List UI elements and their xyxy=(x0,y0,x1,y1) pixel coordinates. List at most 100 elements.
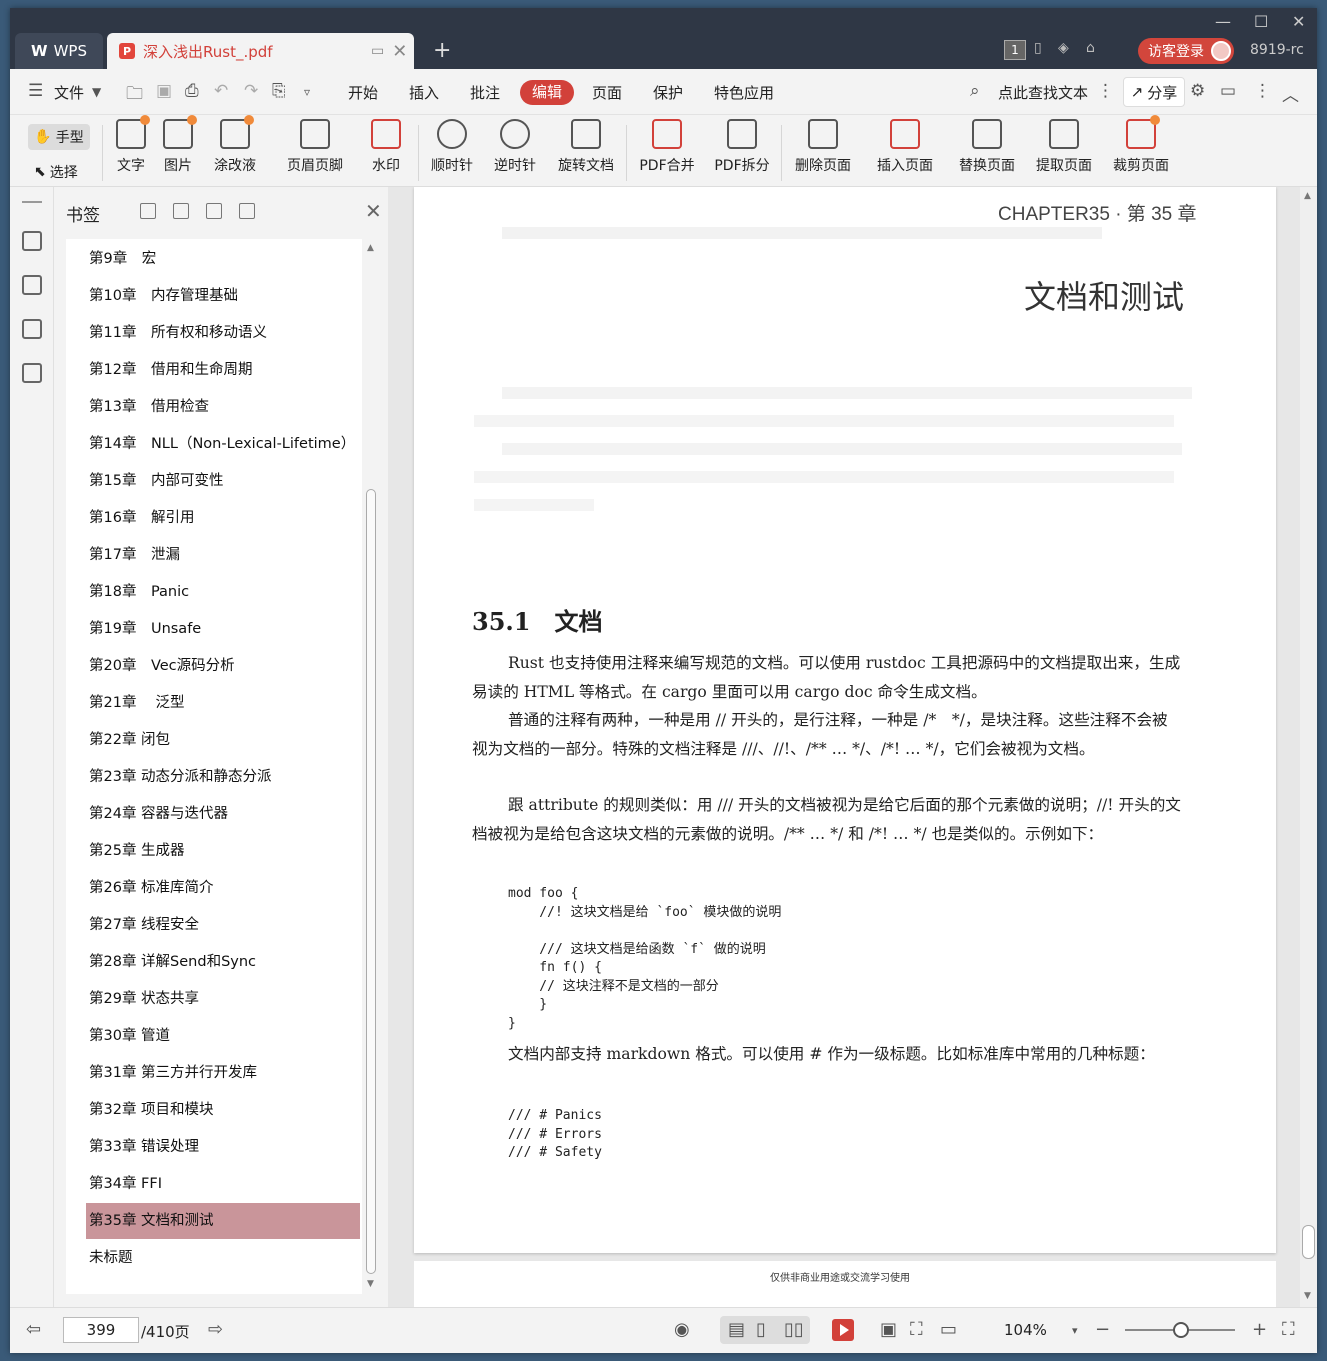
scroll-down-icon[interactable]: ▼ xyxy=(1304,1291,1311,1301)
bookmark-item[interactable]: 第13章 借用检查 xyxy=(66,389,362,425)
page-number-input[interactable]: 399 xyxy=(63,1317,139,1343)
bookmark-item[interactable]: 第30章 管道 xyxy=(66,1018,362,1054)
bookmark-item[interactable]: 第9章 宏 xyxy=(66,241,362,277)
scroll-up-icon[interactable]: ▲ xyxy=(1304,191,1311,201)
bookmark-item[interactable]: 第15章 内部可变性 xyxy=(66,463,362,499)
more-vertical-icon[interactable]: ⋮ xyxy=(1097,81,1114,101)
expand-bookmark-icon[interactable] xyxy=(206,203,222,219)
bookmark-item[interactable]: 第24章 容器与迭代器 xyxy=(66,796,362,832)
zoom-dropdown-icon[interactable]: ▾ xyxy=(1072,1324,1078,1337)
pdf-merge-button[interactable]: PDF合并 xyxy=(637,119,697,175)
hand-tool-button[interactable]: ✋ 手型 xyxy=(28,124,90,150)
document-viewport[interactable]: CHAPTER35 · 第 35 章 文档和测试 35.1 文档 Rust 也支… xyxy=(388,187,1317,1307)
bookmark-item[interactable]: 第31章 第三方并行开发库 xyxy=(66,1055,362,1091)
next-page-icon[interactable]: ⇨ xyxy=(208,1319,223,1340)
bookmark-item[interactable]: 第32章 项目和模块 xyxy=(66,1092,362,1128)
bookmark-item[interactable]: 第35章 文档和测试 xyxy=(86,1203,360,1239)
rotate-document-button[interactable]: 旋转文档 xyxy=(555,119,617,175)
guest-login-button[interactable]: 访客登录 xyxy=(1138,38,1234,64)
window-count-badge[interactable]: 1 xyxy=(1004,40,1026,60)
bookmark-item[interactable]: 第34章 FFI xyxy=(66,1166,362,1202)
two-page-icon[interactable]: ▯▯ xyxy=(784,1319,804,1340)
redo-icon[interactable]: ↷ xyxy=(244,81,258,101)
hamburger-menu-icon[interactable]: ☰ xyxy=(28,81,43,101)
close-panel-icon[interactable]: ✕ xyxy=(365,199,382,223)
menu-page[interactable]: 页面 xyxy=(592,82,622,103)
pdf-split-button[interactable]: PDF拆分 xyxy=(712,119,772,175)
maximize-icon[interactable]: ☐ xyxy=(1254,12,1268,31)
continuous-view-icon[interactable]: ▤ xyxy=(728,1319,745,1340)
image-tool-button[interactable]: 图片 xyxy=(160,115,197,175)
insert-page-button[interactable]: 插入页面 xyxy=(869,119,941,175)
scroll-up-icon[interactable]: ▲ xyxy=(367,243,374,253)
delete-page-button[interactable]: 删除页面 xyxy=(792,119,854,175)
watermark-button[interactable]: 水印 xyxy=(366,119,406,175)
zoom-out-icon[interactable]: − xyxy=(1095,1319,1110,1340)
bookmark-item[interactable]: 第12章 借用和生命周期 xyxy=(66,352,362,388)
drag-handle[interactable] xyxy=(22,201,42,203)
single-page-icon[interactable]: ▯ xyxy=(756,1319,766,1340)
correction-fluid-button[interactable]: 涂改液 xyxy=(207,115,263,175)
bookmark-item[interactable]: 第27章 线程安全 xyxy=(66,907,362,943)
thumbnail-icon[interactable] xyxy=(22,275,42,295)
bookmark-item[interactable]: 第23章 动态分派和静态分派 xyxy=(66,759,362,795)
document-scroll-thumb[interactable] xyxy=(1302,1225,1315,1259)
menu-file[interactable]: 文件 xyxy=(54,82,84,103)
export-icon[interactable]: ⎘ xyxy=(272,81,286,101)
document-scrollbar[interactable]: ▲ ▼ xyxy=(1300,187,1317,1307)
bookmark-settings-icon[interactable] xyxy=(239,203,255,219)
header-footer-button[interactable]: 页眉页脚 xyxy=(280,119,350,175)
search-icon[interactable]: ⌕ xyxy=(970,81,980,101)
bookmark-item[interactable]: 第19章 Unsafe xyxy=(66,611,362,647)
bookmark-item[interactable]: 第22章 闭包 xyxy=(66,722,362,758)
bookmark-item[interactable]: 第33章 错误处理 xyxy=(66,1129,362,1165)
shirt-icon[interactable]: ⌂ xyxy=(1086,40,1095,56)
open-folder-icon[interactable]: 🗀 xyxy=(126,81,143,110)
actual-size-icon[interactable]: ▣ xyxy=(880,1319,897,1340)
wps-home-tab[interactable]: W WPS xyxy=(15,33,103,69)
menu-start[interactable]: 开始 xyxy=(348,82,378,103)
undo-icon[interactable]: ↶ xyxy=(214,81,228,101)
bookmark-item[interactable]: 第26章 标准库简介 xyxy=(66,870,362,906)
print-icon[interactable]: ⎙ xyxy=(185,81,199,101)
zoom-in-icon[interactable]: + xyxy=(1252,1319,1267,1340)
outline-icon[interactable] xyxy=(22,231,42,251)
previous-page-icon[interactable]: ⇦ xyxy=(26,1319,41,1340)
bookmark-item[interactable]: 未标题 xyxy=(66,1240,362,1276)
bookmark-scrollbar[interactable]: ▲ ▼ xyxy=(364,239,378,1294)
bookmark-item[interactable]: 第17章 泄漏 xyxy=(66,537,362,573)
menu-edit[interactable]: 编辑 xyxy=(520,80,574,105)
collapse-ribbon-icon[interactable]: ︿ xyxy=(1282,81,1299,106)
eye-protection-icon[interactable]: ◉ xyxy=(674,1319,690,1340)
menu-annotate[interactable]: 批注 xyxy=(470,82,500,103)
fit-width-icon[interactable]: ▭ xyxy=(940,1319,957,1340)
replace-page-button[interactable]: 替换页面 xyxy=(956,119,1018,175)
bookmark-item[interactable]: 第10章 内存管理基础 xyxy=(66,278,362,314)
bookmark-item[interactable]: 第29章 状态共享 xyxy=(66,981,362,1017)
menu-protect[interactable]: 保护 xyxy=(653,82,683,103)
pin-tab-icon[interactable]: ▭ xyxy=(371,43,384,59)
close-window-icon[interactable]: ✕ xyxy=(1292,12,1305,31)
zoom-level[interactable]: 104% xyxy=(1004,1321,1047,1339)
scroll-down-icon[interactable]: ▼ xyxy=(367,1279,374,1289)
more-quick-icon[interactable]: ▿ xyxy=(304,85,310,99)
more-options-icon[interactable]: ⋮ xyxy=(1254,81,1271,101)
select-tool-button[interactable]: ⬉ 选择 xyxy=(34,162,78,182)
bookmark-item[interactable]: 第20章 Vec源码分析 xyxy=(66,648,362,684)
search-text[interactable]: 点此查找文本 xyxy=(998,82,1088,103)
bookmark-item[interactable]: 第11章 所有权和移动语义 xyxy=(66,315,362,351)
comment-icon[interactable]: ▭ xyxy=(1220,81,1236,101)
layout-icon[interactable]: ▯ xyxy=(1034,40,1042,56)
zoom-slider-handle[interactable] xyxy=(1173,1322,1189,1338)
bookmark-item[interactable]: 第28章 详解Send和Sync xyxy=(66,944,362,980)
bookmark-scroll-thumb[interactable] xyxy=(366,489,376,1274)
save-icon[interactable]: ▣ xyxy=(156,81,172,101)
minimize-icon[interactable]: — xyxy=(1215,12,1231,31)
menu-special[interactable]: 特色应用 xyxy=(714,82,774,103)
close-tab-icon[interactable]: ✕ xyxy=(392,41,407,62)
fit-page-icon[interactable]: ⛶ xyxy=(910,1319,923,1340)
skin-icon[interactable]: ◈ xyxy=(1058,40,1069,56)
menu-insert[interactable]: 插入 xyxy=(409,82,439,103)
fullscreen-icon[interactable]: ⛶ xyxy=(1282,1319,1295,1340)
bookmark-item[interactable]: 第14章 NLL（Non-Lexical-Lifetime） xyxy=(66,426,362,462)
